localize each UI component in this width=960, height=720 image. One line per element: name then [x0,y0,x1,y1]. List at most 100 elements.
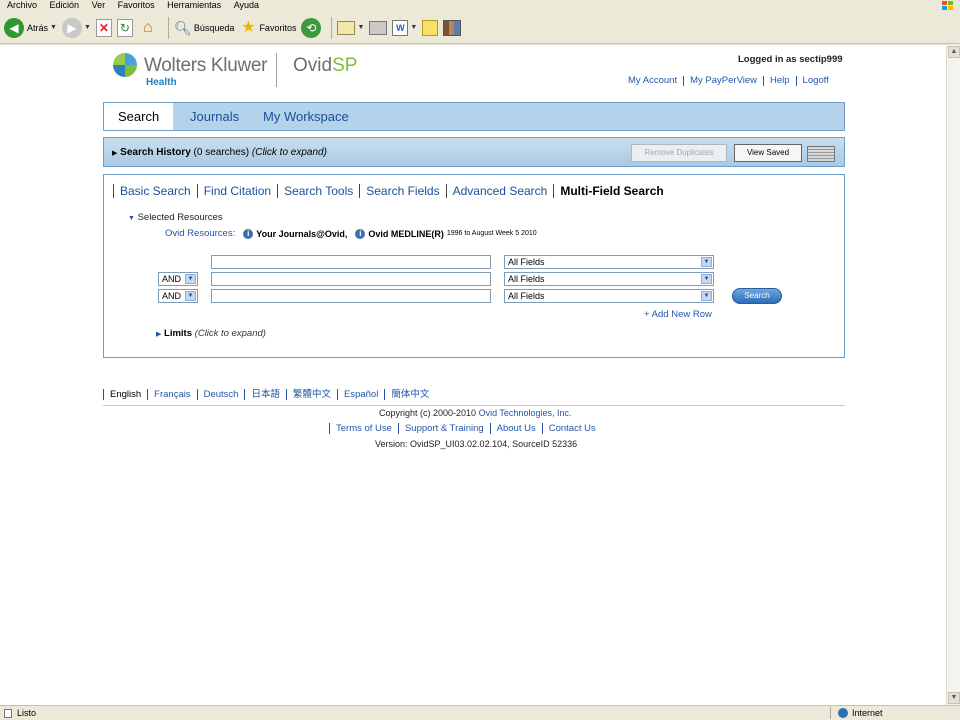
favorites-star-icon: ★ [241,18,256,36]
history-button[interactable]: ⟲ [301,17,322,38]
stop-icon: ✕ [95,18,112,37]
limits-toggle[interactable]: ▶ Limits (Click to expand) [156,328,266,339]
menu-archivo[interactable]: Archivo [7,0,37,10]
stop-button[interactable]: ✕ [95,18,112,37]
product-suffix: SP [332,55,358,76]
chevron-down-icon: ▼ [185,291,196,301]
research-button[interactable] [443,19,462,36]
ovid-resources-label: Ovid Resources: [165,228,236,239]
menu-ayuda[interactable]: Ayuda [234,0,259,10]
footer-links: Terms of Use Support & Training About Us… [329,423,602,434]
mail-button[interactable]: ▼ [337,20,364,35]
language-japanese[interactable]: 日本語 [244,389,286,400]
info-icon[interactable]: i [243,228,254,239]
field-select[interactable]: All Fields ▼ [504,255,714,269]
search-term-input[interactable] [211,272,491,286]
history-clock-icon: ⟲ [301,17,322,38]
language-traditional-chinese[interactable]: 繁體中文 [285,389,337,400]
main-nav: Search Journals My Workspace [103,102,845,131]
refresh-button[interactable]: ↻ [116,18,133,37]
tab-search[interactable]: Search [104,103,174,130]
menu-favoritos[interactable]: Favoritos [118,0,155,10]
boolean-operator-select[interactable]: AND ▼ [158,289,198,303]
internet-globe-icon [838,708,848,718]
chevron-down-icon: ▼ [701,257,712,267]
search-magnifier-icon: 🔍︎ [174,19,192,36]
menu-ver[interactable]: Ver [92,0,106,10]
search-term-input[interactable] [211,255,491,269]
vertical-scrollbar[interactable]: ▲ ▼ [946,45,960,705]
refresh-icon: ↻ [116,18,133,37]
search-history-toggle[interactable]: ▶ Search History (0 searches) (Click to … [112,147,327,158]
field-select[interactable]: All Fields ▼ [504,272,714,286]
back-dropdown-icon[interactable]: ▼ [50,24,57,31]
menu-herramientas[interactable]: Herramientas [167,0,221,10]
language-espanol[interactable]: Español [337,389,384,400]
edit-dropdown-icon[interactable]: ▼ [410,24,417,31]
forward-dropdown-icon[interactable]: ▼ [84,24,91,31]
add-new-row-link[interactable]: + Add New Row [644,309,712,320]
ovid-resources: Ovid Resources: i Your Journals@Ovid, i … [165,228,537,239]
tab-find-citation[interactable]: Find Citation [196,184,277,198]
search-term-input[interactable] [211,289,491,303]
favorites-button[interactable]: ★ Favoritos [239,19,296,37]
view-saved-button[interactable]: View Saved [734,144,802,162]
tab-search-tools[interactable]: Search Tools [277,184,359,198]
discuss-note-icon [422,19,439,36]
field-select-value: All Fields [508,274,545,284]
logoff-link[interactable]: Logoff [795,76,835,86]
language-deutsch[interactable]: Deutsch [196,389,245,400]
browser-statusbar: Listo Internet [0,705,960,720]
search-button[interactable]: 🔍︎ Búsqueda [174,19,235,37]
field-select[interactable]: All Fields ▼ [504,289,714,303]
discuss-button[interactable] [422,19,439,36]
language-english[interactable]: English [103,389,147,400]
about-us-link[interactable]: About Us [489,423,542,434]
status-divider [830,707,831,719]
brand-name: Wolters Kluwer [144,55,268,76]
field-select-value: All Fields [508,257,545,267]
search-history-hint: (Click to expand) [251,147,327,158]
ovid-technologies-link[interactable]: Ovid Technologies, Inc. [479,408,572,418]
terms-of-use-link[interactable]: Terms of Use [329,423,398,434]
search-history-bar[interactable]: ▶ Search History (0 searches) (Click to … [103,137,845,167]
mail-dropdown-icon[interactable]: ▼ [357,24,364,31]
menu-edicion[interactable]: Edición [50,0,80,10]
copyright-text: Copyright (c) 2000-2010 [379,408,477,418]
tab-journals[interactable]: Journals [190,103,239,130]
my-payperview-link[interactable]: My PayPerView [683,76,763,86]
search-panel: Basic Search Find Citation Search Tools … [103,174,845,358]
search-history-label: Search History [120,147,191,158]
home-button[interactable]: ⌂ [138,19,158,37]
page-icon [4,709,12,718]
tab-my-workspace[interactable]: My Workspace [263,103,349,130]
support-training-link[interactable]: Support & Training [397,423,490,434]
tab-advanced-search[interactable]: Advanced Search [445,184,554,198]
forward-button[interactable]: ▶ ▼ [61,17,91,38]
print-button[interactable] [369,20,388,35]
tab-search-fields[interactable]: Search Fields [359,184,445,198]
tab-basic-search[interactable]: Basic Search [113,184,197,198]
back-button[interactable]: ◀ Atrás ▼ [4,17,57,38]
brand-sub: Health [146,77,177,88]
research-books-icon [443,19,462,36]
back-arrow-icon: ◀ [4,17,24,38]
selected-resources-toggle[interactable]: ▼ Selected Resources [128,212,223,223]
my-account-link[interactable]: My Account [628,76,683,86]
contact-us-link[interactable]: Contact Us [541,423,602,434]
remove-duplicates-button[interactable]: Remove Duplicates [631,144,727,162]
edit-button[interactable]: W ▼ [392,19,417,36]
history-display-toggle-icon[interactable] [807,146,835,162]
boolean-operator-select[interactable]: AND ▼ [158,272,198,286]
scroll-up-icon[interactable]: ▲ [948,46,960,58]
scroll-down-icon[interactable]: ▼ [948,692,960,704]
help-link[interactable]: Help [763,76,796,86]
printer-icon [369,20,388,35]
language-francais[interactable]: Français [147,389,196,400]
tab-multi-field-search[interactable]: Multi-Field Search [553,184,669,198]
search-label: Búsqueda [193,22,235,33]
search-submit-button[interactable]: Search [732,288,782,304]
info-icon[interactable]: i [355,228,366,239]
footer-divider [103,405,845,406]
language-simplified-chinese[interactable]: 簡体中文 [384,389,435,400]
